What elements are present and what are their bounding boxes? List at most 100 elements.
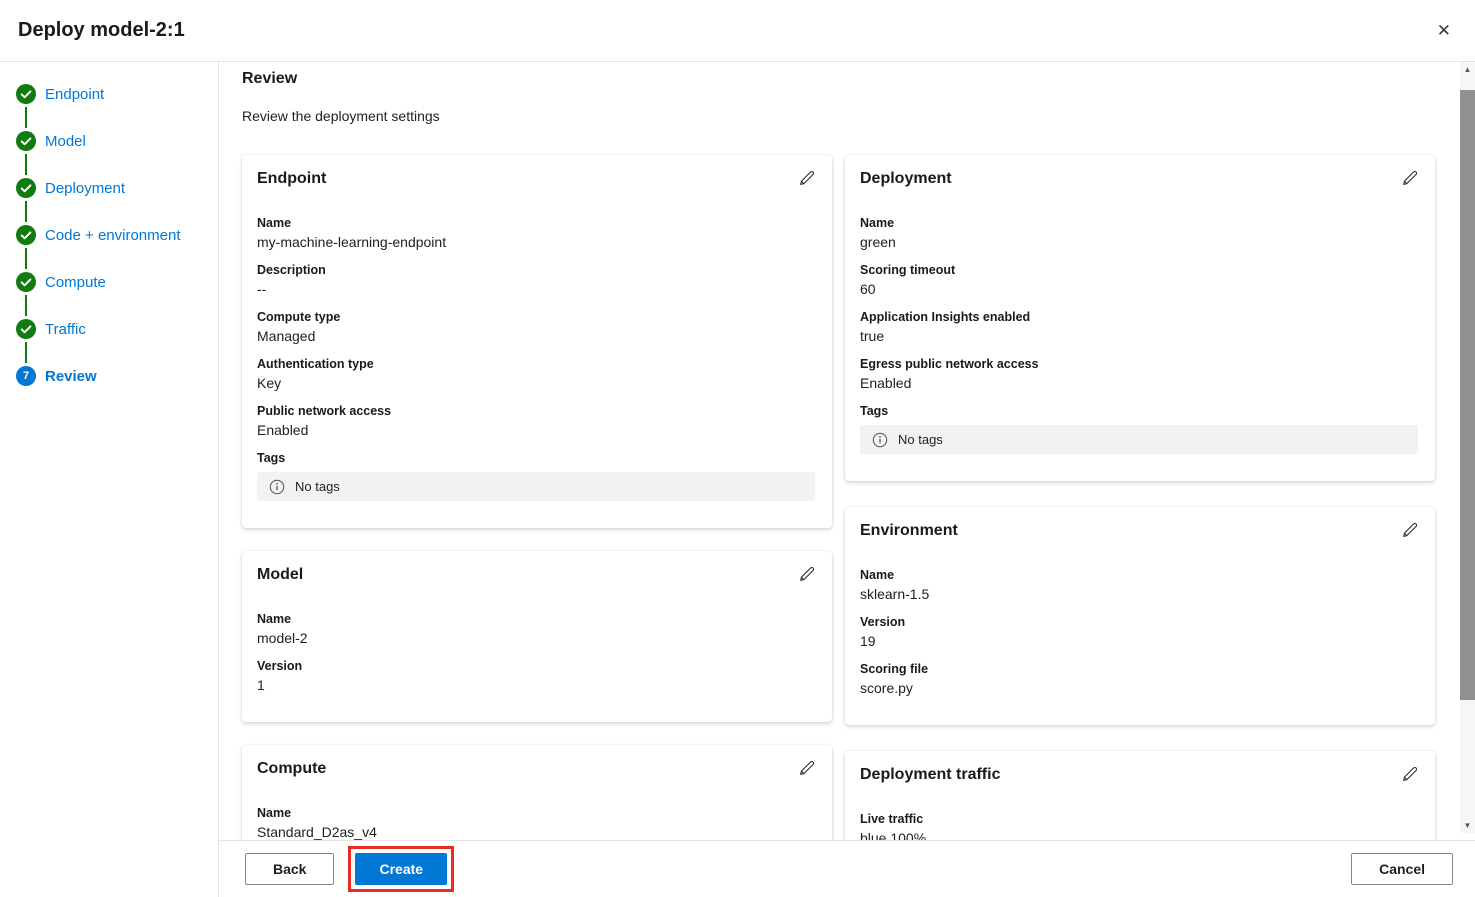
field-label: Name — [257, 215, 815, 232]
field-label: Application Insights enabled — [860, 309, 1418, 326]
step-label: Review — [45, 368, 97, 385]
step-number-badge: 7 — [16, 366, 36, 386]
tags-empty-text: No tags — [295, 479, 340, 494]
field-value: 60 — [860, 280, 1418, 299]
tags-empty-text: No tags — [898, 432, 943, 447]
cancel-button[interactable]: Cancel — [1351, 853, 1453, 885]
field-value: 19 — [860, 632, 1418, 651]
field-name: Namesklearn-1.5 — [860, 567, 1418, 604]
field-value: model-2 — [257, 629, 815, 648]
field-label: Egress public network access — [860, 356, 1418, 373]
field-value: Standard_D2as_v4 — [257, 823, 815, 840]
card-fields: Namegreen Scoring timeout60 Application In… — [860, 215, 1418, 454]
sidebar-step-deployment[interactable]: Deployment — [16, 178, 218, 198]
info-icon — [269, 479, 285, 495]
field-value: Key — [257, 374, 815, 393]
edit-deployment-button[interactable] — [1399, 168, 1420, 189]
field-name: NameStandard_D2as_v4 — [257, 805, 815, 840]
step-check-icon — [16, 84, 36, 104]
create-button-highlight: Create — [348, 846, 454, 892]
page-subtitle: Review the deployment settings — [242, 108, 1435, 124]
step-connector — [25, 201, 27, 222]
tags-empty-bar: No tags — [257, 472, 815, 501]
dialog-body: Endpoint Model Deployment Code + environmen… — [0, 62, 1475, 897]
field-value: true — [860, 327, 1418, 346]
field-label: Scoring file — [860, 661, 1418, 678]
field-label: Name — [860, 567, 1418, 584]
page-title: Review — [242, 70, 1435, 88]
edit-deployment-traffic-button[interactable] — [1399, 764, 1420, 785]
sidebar-step-review[interactable]: 7 Review — [16, 366, 218, 386]
wizard-stepper-sidebar: Endpoint Model Deployment Code + environmen… — [0, 62, 219, 897]
card-title: Deployment — [860, 170, 1418, 188]
edit-pencil-icon — [798, 175, 815, 190]
sidebar-step-model[interactable]: Model — [16, 131, 218, 151]
edit-compute-button[interactable] — [796, 758, 817, 779]
card-fields: NameStandard_D2as_v4 — [257, 805, 815, 840]
sidebar-step-compute[interactable]: Compute — [16, 272, 218, 292]
field-scoring-timeout: Scoring timeout60 — [860, 262, 1418, 299]
step-connector — [25, 154, 27, 175]
step-label: Deployment — [45, 180, 125, 197]
sidebar-step-endpoint[interactable]: Endpoint — [16, 84, 218, 104]
field-value: green — [860, 233, 1418, 252]
field-application-insights-enabled: Application Insights enabledtrue — [860, 309, 1418, 346]
info-icon — [872, 432, 888, 448]
review-card-model: Model Namemodel-2Version1 — [242, 551, 832, 722]
edit-model-button[interactable] — [796, 564, 817, 585]
field-label: Live traffic — [860, 811, 1418, 828]
scrollbar-thumb[interactable] — [1460, 90, 1475, 700]
field-name: Namemy-machine-learning-endpoint — [257, 215, 815, 252]
edit-pencil-icon — [1401, 771, 1418, 786]
edit-endpoint-button[interactable] — [796, 168, 817, 189]
review-cards: Endpoint Namemy-machine-learning-endpoint… — [242, 155, 1435, 840]
review-card-deployment-traffic: Deployment trafficLive trafficblue 100% — [845, 751, 1435, 840]
create-button[interactable]: Create — [355, 853, 447, 885]
step-connector — [25, 342, 27, 363]
field-value: -- — [257, 280, 815, 299]
main-panel: Review Review the deployment settings En… — [219, 62, 1475, 897]
step-check-icon — [16, 225, 36, 245]
field-label: Version — [860, 614, 1418, 631]
review-card-environment: EnvironmentNamesklearn-1.5Version19Scori… — [845, 507, 1435, 725]
card-title: Endpoint — [257, 170, 815, 188]
vertical-scrollbar[interactable]: ▲ ▼ — [1460, 62, 1475, 833]
sidebar-step-code-environment[interactable]: Code + environment — [16, 225, 218, 245]
field-version: Version19 — [860, 614, 1418, 651]
step-check-icon — [16, 178, 36, 198]
step-label: Model — [45, 133, 86, 150]
field-tags: TagsNo tags — [860, 403, 1418, 454]
review-content: Review Review the deployment settings En… — [219, 62, 1475, 840]
field-value: 1 — [257, 676, 815, 695]
review-card-compute: ComputeNameStandard_D2as_v4 — [242, 745, 832, 840]
step-label: Compute — [45, 274, 106, 291]
field-value: Enabled — [860, 374, 1418, 393]
field-label: Public network access — [257, 403, 815, 420]
field-label: Compute type — [257, 309, 815, 326]
step-label: Traffic — [45, 321, 86, 338]
sidebar-step-traffic[interactable]: Traffic — [16, 319, 218, 339]
card-fields: Namemodel-2Version1 — [257, 611, 815, 695]
edit-pencil-icon — [1401, 527, 1418, 542]
field-name: Namemodel-2 — [257, 611, 815, 648]
field-label: Name — [257, 611, 815, 628]
cards-column-left: Endpoint Namemy-machine-learning-endpoint… — [242, 155, 832, 840]
step-label: Code + environment — [45, 227, 181, 244]
scrollbar-up-arrow-icon[interactable]: ▲ — [1460, 62, 1475, 77]
back-button[interactable]: Back — [245, 853, 334, 885]
tags-empty-bar: No tags — [860, 425, 1418, 454]
step-check-icon — [16, 131, 36, 151]
field-name: Namegreen — [860, 215, 1418, 252]
cards-column-right: DeploymentNamegreenScoring timeout60Appl… — [845, 155, 1435, 840]
close-button[interactable]: ✕ — [1433, 18, 1455, 43]
edit-environment-button[interactable] — [1399, 520, 1420, 541]
edit-pencil-icon — [798, 765, 815, 780]
field-label: Name — [257, 805, 815, 822]
card-fields: Namemy-machine-learning-endpointDescript… — [257, 215, 815, 501]
card-title: Model — [257, 566, 815, 584]
field-live-traffic: Live trafficblue 100% — [860, 811, 1418, 840]
field-label: Authentication type — [257, 356, 815, 373]
scrollbar-down-arrow-icon[interactable]: ▼ — [1460, 818, 1475, 833]
step-check-icon — [16, 319, 36, 339]
card-fields: Namesklearn-1.5Version19Scoring filescor… — [860, 567, 1418, 698]
